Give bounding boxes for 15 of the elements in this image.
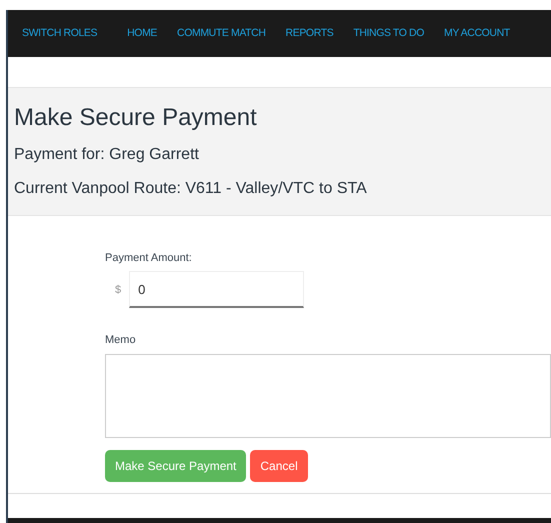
field-label: Payment Amount: xyxy=(105,250,193,266)
payment-for-text: Payment for: Greg Garrett xyxy=(14,144,200,165)
currency-symbol: $ xyxy=(115,282,122,298)
route-text: Current Vanpool Route: V611 - Valley/VTC to STA xyxy=(14,178,368,199)
page-title: Make Secure Payment xyxy=(14,104,258,133)
amount-field[interactable]: 0 xyxy=(129,271,304,308)
nav-link[interactable]: SWITCH ROLES xyxy=(22,26,98,42)
cancel-button[interactable]: Cancel xyxy=(250,450,308,482)
nav-link[interactable]: COMMUTE MATCH xyxy=(177,26,266,42)
nav-link[interactable]: THINGS TO DO xyxy=(353,26,424,42)
nav-link[interactable]: MY ACCOUNT xyxy=(444,26,510,42)
nav-link[interactable]: HOME xyxy=(127,26,158,42)
memo-field[interactable] xyxy=(105,354,551,438)
nav-link[interactable]: REPORTS xyxy=(286,26,334,42)
field-label: Memo xyxy=(105,333,137,348)
